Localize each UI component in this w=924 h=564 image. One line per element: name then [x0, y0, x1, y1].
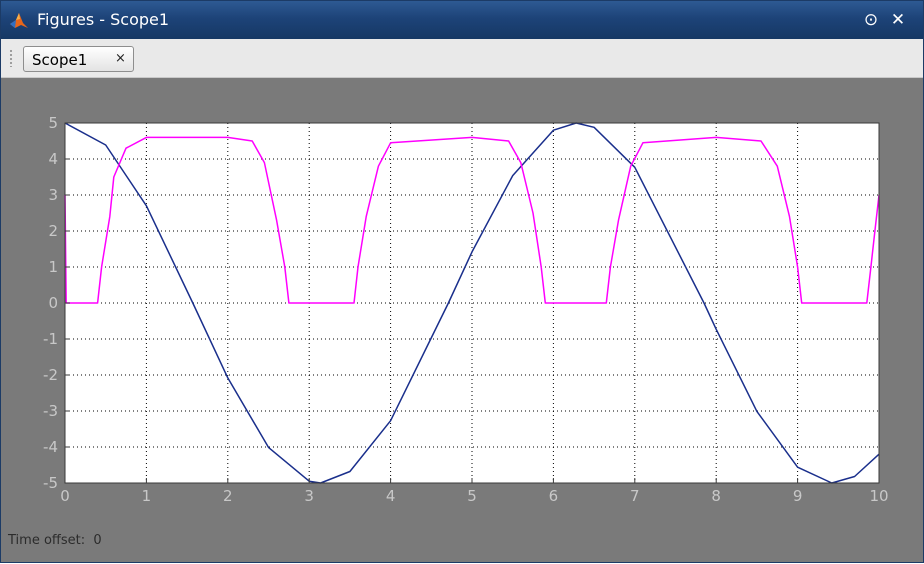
- tab-scope1-label: Scope1: [32, 51, 88, 69]
- scope-figure-window: Figures - Scope1 ⊙ ✕ Scope1 × 0123456789…: [0, 0, 924, 563]
- time-offset-readout: Time offset: 0: [8, 533, 102, 548]
- close-icon[interactable]: ✕: [887, 9, 909, 31]
- scope-display-area: [1, 78, 923, 562]
- tab-close-icon[interactable]: ×: [115, 51, 126, 66]
- window-title: Figures - Scope1: [37, 10, 170, 29]
- matlab-logo-icon: [10, 13, 28, 28]
- time-offset-value: 0: [93, 533, 102, 548]
- tab-scope1[interactable]: Scope1 ×: [23, 46, 134, 72]
- time-offset-label: Time offset:: [8, 533, 86, 548]
- undock-icon[interactable]: ⊙: [860, 9, 882, 31]
- title-bar[interactable]: Figures - Scope1 ⊙ ✕: [1, 1, 923, 39]
- drag-grip-icon[interactable]: [9, 49, 13, 67]
- figure-tab-bar: Scope1 ×: [1, 39, 923, 78]
